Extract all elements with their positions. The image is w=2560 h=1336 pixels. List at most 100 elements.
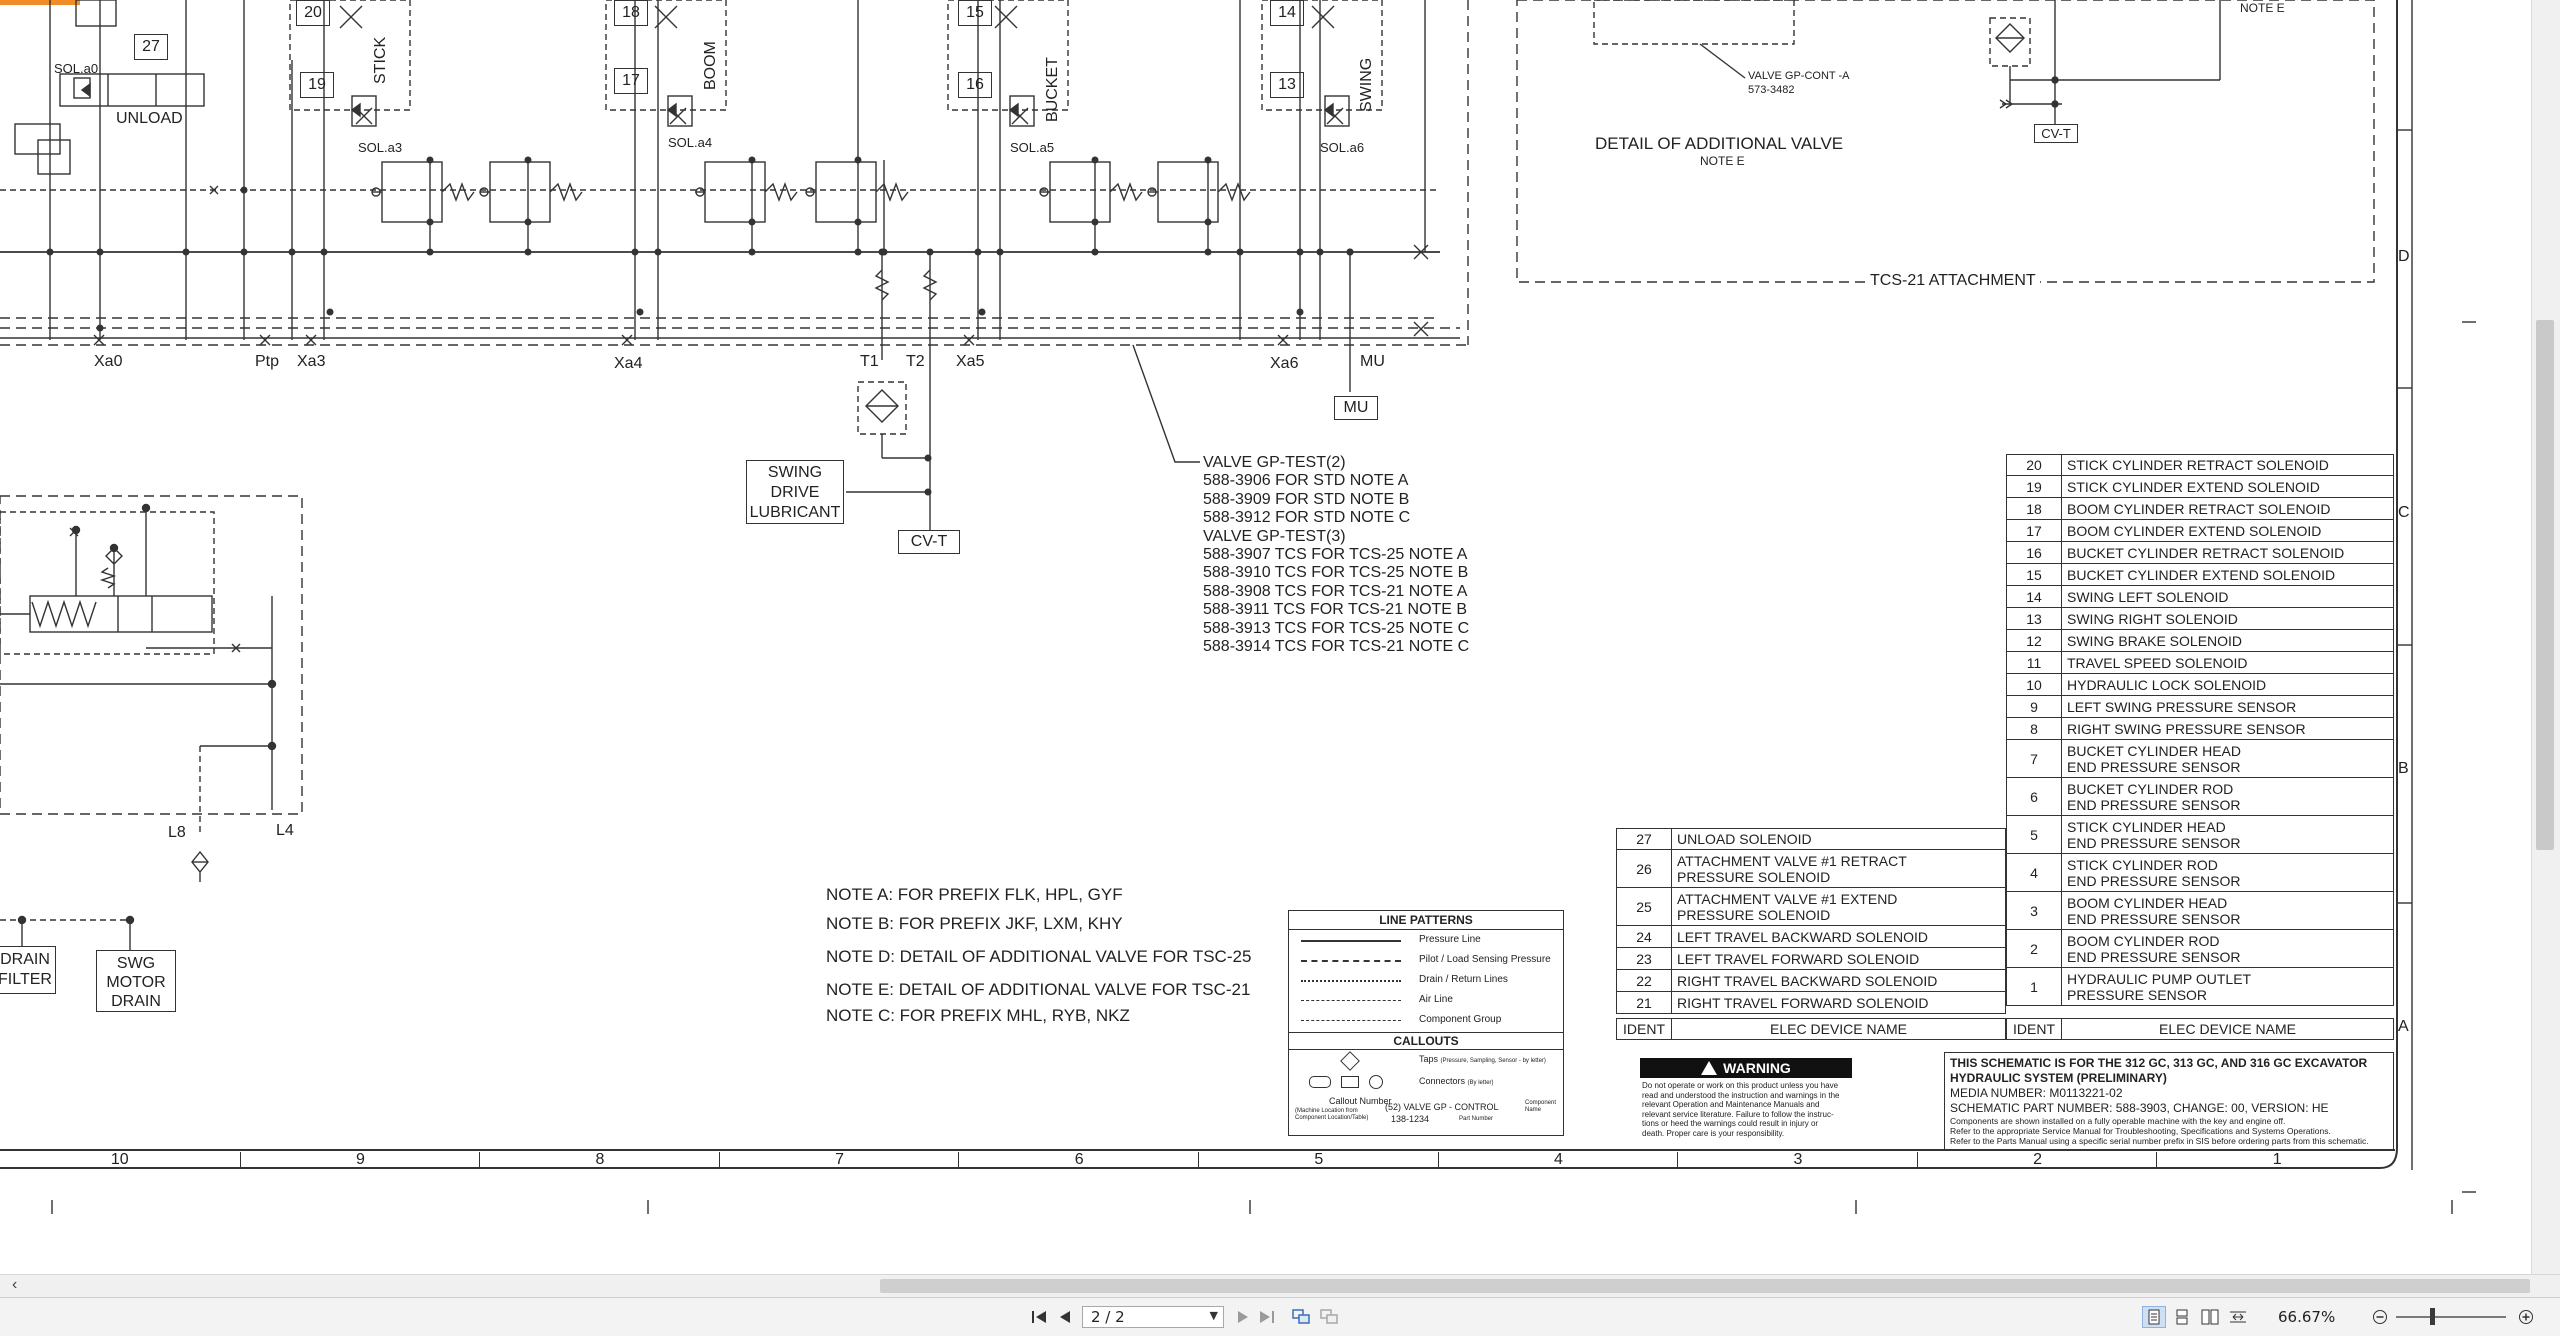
label-sol-a3: SOL.a3 xyxy=(358,140,403,155)
row-device-name: SWING BRAKE SOLENOID xyxy=(2062,630,2393,651)
document-viewport[interactable]: 27 20 19 18 17 15 16 14 13 STICK BOOM BU… xyxy=(0,0,2560,1274)
zoom-out-icon[interactable] xyxy=(2370,1306,2390,1328)
table-row: 1 HYDRAULIC PUMP OUTLET PRESSURE SENSOR xyxy=(2006,968,2394,1006)
legend-taps: Taps xyxy=(1419,1054,1439,1064)
row-ident: 1 xyxy=(2007,968,2062,1005)
callout-line: 588-3908 TCS FOR TCS-21 NOTE A xyxy=(1203,582,1468,600)
row-ident: 8 xyxy=(2007,718,2062,739)
row-ident: 2 xyxy=(2007,930,2062,967)
zone-a: A xyxy=(2398,1018,2409,1035)
callout-line: 588-3914 TCS FOR TCS-21 NOTE C xyxy=(1203,638,1470,656)
fit-width-icon[interactable] xyxy=(2226,1306,2250,1328)
first-page-icon[interactable] xyxy=(1028,1306,1050,1328)
row-ident: 17 xyxy=(2007,520,2062,541)
device-name-line: RIGHT TRAVEL FORWARD SOLENOID xyxy=(1677,994,1929,1011)
grid-number: 10 xyxy=(110,1151,129,1168)
tap-diamond-icon xyxy=(1340,1051,1360,1071)
legend-part-number: Part Number xyxy=(1459,1116,1494,1122)
title-note-2: Refer to the appropriate Service Manual … xyxy=(1950,1126,2331,1136)
valve-number-19: 19 xyxy=(300,72,334,98)
row-device-name: TRAVEL SPEED SOLENOID xyxy=(2062,652,2393,673)
title-line-1: THIS SCHEMATIC IS FOR THE 312 GC, 313 GC… xyxy=(1950,1056,2368,1070)
single-page-view-icon[interactable] xyxy=(2142,1306,2166,1328)
row-ident: 24 xyxy=(1617,926,1672,947)
legend-component-name: Component Name xyxy=(1525,1100,1557,1113)
row-ident: 19 xyxy=(2007,476,2062,497)
next-view-icon[interactable] xyxy=(1318,1306,1342,1328)
zoom-level[interactable]: 66.67% xyxy=(2278,1308,2335,1326)
table-row: 17 BOOM CYLINDER EXTEND SOLENOID xyxy=(2006,520,2394,542)
table-row: 22 RIGHT TRAVEL BACKWARD SOLENOID xyxy=(1616,970,2006,992)
grid-number: 7 xyxy=(718,1152,960,1168)
warning-line: read and understood the instruction and … xyxy=(1642,1090,1840,1100)
line-patterns-legend: LINE PATTERNS Pressure Line Pilot / Load… xyxy=(1288,910,1564,1136)
valve-number-27: 27 xyxy=(134,34,168,60)
chevron-down-icon[interactable]: ▼ xyxy=(1210,1309,1218,1322)
legend-callout-sub: (Machine Location from Component Locatio… xyxy=(1295,1108,1369,1121)
warning-box: WARNING Do not operate or work on this p… xyxy=(1640,1058,1852,1146)
legend-callout-part: 138-1234 xyxy=(1391,1114,1430,1124)
title-media-number: MEDIA NUMBER: M0113221-02 xyxy=(1950,1086,2123,1100)
label-swing: SWING xyxy=(1358,57,1375,112)
swg-motor-drain-box: SWG MOTOR DRAIN xyxy=(96,950,176,1012)
zoom-slider-handle[interactable] xyxy=(2430,1308,2435,1325)
warning-line: tions or heed the warnings could result … xyxy=(1642,1119,1819,1128)
table-row: 6 BUCKET CYLINDER ROD END PRESSURE SENSOR xyxy=(2006,778,2394,816)
row-device-name: LEFT SWING PRESSURE SENSOR xyxy=(2062,696,2393,717)
last-page-icon[interactable] xyxy=(1256,1306,1278,1328)
previous-view-icon[interactable] xyxy=(1290,1306,1314,1328)
label-boom: BOOM xyxy=(702,41,719,90)
scroll-left-icon[interactable]: ‹ xyxy=(12,1276,17,1294)
horizontal-scroll-thumb[interactable] xyxy=(880,1279,2530,1293)
sdl-line-2: DRIVE xyxy=(770,484,820,501)
device-name-line: END PRESSURE SENSOR xyxy=(2067,758,2241,775)
device-name-line: HYDRAULIC LOCK SOLENOID xyxy=(2067,676,2267,693)
drain-filter-box: DRAIN FILTER xyxy=(0,946,56,994)
two-page-view-icon[interactable] xyxy=(2198,1306,2222,1328)
row-device-name: STICK CYLINDER EXTEND SOLENOID xyxy=(2062,476,2393,497)
row-device-name: ATTACHMENT VALVE #1 RETRACT PRESSURE SOLE… xyxy=(1672,850,2005,887)
row-device-name: BOOM CYLINDER RETRACT SOLENOID xyxy=(2062,498,2393,519)
vertical-scroll-thumb[interactable] xyxy=(2536,320,2554,850)
device-name-line: END PRESSURE SENSOR xyxy=(2067,796,2241,813)
table-row: 3 BOOM CYLINDER HEAD END PRESSURE SENSOR xyxy=(2006,892,2394,930)
label-sol-a0: SOL.a0 xyxy=(54,61,99,76)
port-xa5: Xa5 xyxy=(956,353,985,370)
legend-connectors: Connectors xyxy=(1419,1076,1466,1086)
device-name-line: PRESSURE SOLENOID xyxy=(1677,906,1831,923)
legend-connectors-note: (By letter) xyxy=(1467,1080,1494,1086)
zoom-slider-track[interactable] xyxy=(2396,1316,2506,1318)
continuous-view-icon[interactable] xyxy=(2170,1306,2194,1328)
horizontal-scrollbar[interactable]: ‹ xyxy=(0,1274,2560,1297)
cv-t-box: CV-T xyxy=(898,530,960,554)
zone-b: B xyxy=(2398,760,2409,777)
page-number-field[interactable]: 2 / 2 ▼ xyxy=(1082,1306,1224,1328)
row-device-name: HYDRAULIC LOCK SOLENOID xyxy=(2062,674,2393,695)
next-page-icon[interactable] xyxy=(1232,1306,1254,1328)
legend-drain-line: Drain / Return Lines xyxy=(1419,974,1508,985)
row-device-name: BOOM CYLINDER EXTEND SOLENOID xyxy=(2062,520,2393,541)
row-ident: 13 xyxy=(2007,608,2062,629)
device-name-line: STICK CYLINDER EXTEND SOLENOID xyxy=(2067,478,2320,495)
row-device-name: STICK CYLINDER RETRACT SOLENOID xyxy=(2062,455,2393,475)
connector-icon xyxy=(1309,1076,1331,1088)
df-line-1: DRAIN xyxy=(0,951,50,968)
title-note-3: Refer to the Parts Manual using a specif… xyxy=(1950,1136,2369,1146)
zoom-in-icon[interactable] xyxy=(2516,1306,2536,1328)
table-row: 27 UNLOAD SOLENOID xyxy=(1616,828,2006,850)
warning-line: relevant Operation and Maintenance Manua… xyxy=(1642,1100,1820,1109)
callout-line: VALVE GP-TEST(2) xyxy=(1203,454,1346,471)
warning-line: relevant service literature. Failure to … xyxy=(1642,1109,1834,1119)
swing-drive-lubricant-box: SWING DRIVE LUBRICANT xyxy=(746,460,844,524)
table-row: 12 SWING BRAKE SOLENOID xyxy=(2006,630,2394,652)
table-row: 23 LEFT TRAVEL FORWARD SOLENOID xyxy=(1616,948,2006,970)
grid-number: 1 xyxy=(2156,1152,2397,1168)
table-row: 19 STICK CYLINDER EXTEND SOLENOID xyxy=(2006,476,2394,498)
vertical-scrollbar[interactable] xyxy=(2531,0,2560,1274)
grid-number: 2 xyxy=(1916,1152,2158,1168)
previous-page-icon[interactable] xyxy=(1054,1306,1076,1328)
warning-line: Do not operate or work on this product u… xyxy=(1642,1081,1839,1090)
header-elec-device-name: ELEC DEVICE NAME xyxy=(2159,1021,2296,1037)
page-number-value: 2 / 2 xyxy=(1091,1308,1125,1326)
title-line-2: HYDRAULIC SYSTEM (PRELIMINARY) xyxy=(1950,1071,2167,1085)
